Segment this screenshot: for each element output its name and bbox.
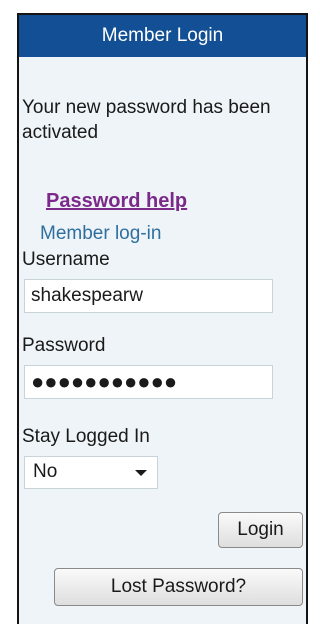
stay-logged-in-label: Stay Logged In xyxy=(22,426,150,447)
password-label: Password xyxy=(22,335,106,356)
lost-password-button[interactable]: Lost Password? xyxy=(54,568,303,606)
username-label: Username xyxy=(22,249,110,270)
login-button[interactable]: Login xyxy=(218,512,303,548)
panel-header: Member Login xyxy=(19,15,306,57)
login-panel: Member Login Your new password has been … xyxy=(17,13,308,624)
stay-logged-in-select[interactable]: No xyxy=(24,456,158,489)
status-message: Your new password has been activated xyxy=(22,97,271,143)
password-field[interactable]: ●●●●●●●●●●● xyxy=(24,365,273,399)
stay-logged-in-value: No xyxy=(33,461,58,482)
password-help-link[interactable]: Password help xyxy=(46,190,187,213)
chevron-down-icon xyxy=(135,470,147,476)
username-field[interactable]: shakespearw xyxy=(24,279,273,313)
member-login-link[interactable]: Member log-in xyxy=(40,223,161,245)
